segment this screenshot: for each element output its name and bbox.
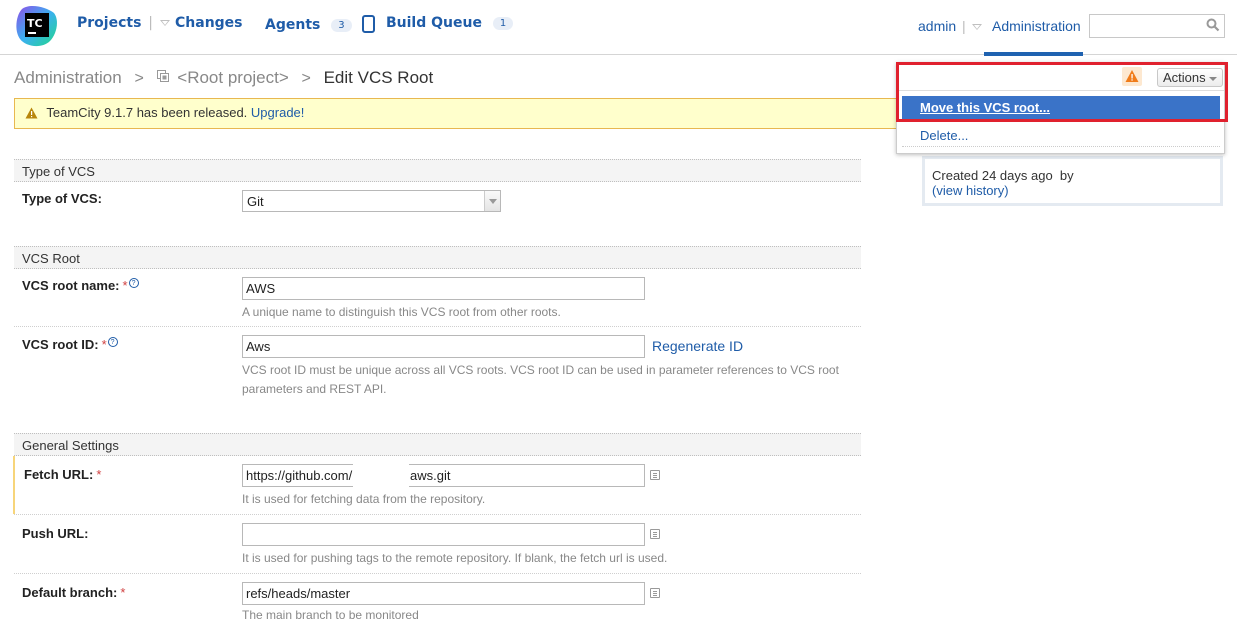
breadcrumb-root-project[interactable]: <Root project> [177,68,289,87]
list-icon[interactable] [650,470,660,480]
banner-text: TeamCity 9.1.7 has been released. [46,105,248,120]
form-row-vcs-root-id: VCS root ID:*? Regenerate ID VCS root ID… [14,327,861,433]
breadcrumb-administration[interactable]: Administration [14,68,122,87]
actions-dropdown-menu: Actions Move this VCS root... Delete... [896,62,1225,154]
vcs-type-value: Git [247,194,264,209]
breadcrumb: Administration > <Root project> > Edit V… [14,67,433,88]
search-input[interactable] [1090,15,1200,37]
required-marker: * [122,278,128,293]
nav-build-queue-label[interactable]: Build Queue [386,15,482,31]
warning-icon [25,107,38,119]
page-title: Edit VCS Root [323,68,434,87]
tab-administration-label[interactable]: Administration [992,18,1081,34]
edit-vcs-root-form: Type of VCS Type of VCS: Git VCS Root VC… [13,159,861,634]
vcs-type-select[interactable]: Git [242,190,501,212]
vcs-root-name-note: A unique name to distinguish this VCS ro… [242,305,561,319]
created-info: Created 24 days ago by [932,168,1074,183]
redacted-region [353,464,409,487]
search-field[interactable] [1089,14,1225,38]
field-label: Default branch: * [22,585,125,600]
push-url-label: Push URL: [22,526,89,541]
list-icon[interactable] [650,588,660,598]
vcs-root-info-panel: Created 24 days ago by (view history) [922,156,1223,206]
default-branch-note: The main branch to be monitored [242,608,419,622]
breadcrumb-separator-icon: > [301,70,311,87]
default-branch-label: Default branch: [22,585,118,600]
fetch-url-label: Fetch URL: [24,467,94,482]
form-row-default-branch: Default branch:* The main branch to be m… [14,574,861,634]
nav-build-queue[interactable]: Build Queue 1 [386,15,514,31]
nav-agents[interactable]: Agents 3 [265,15,376,33]
upgrade-banner: TeamCity 9.1.7 has been released. Upgrad… [14,98,914,129]
agents-count-badge: 3 [331,19,352,32]
nav-agents-label[interactable]: Agents [265,17,320,33]
focus-indicator [13,456,15,514]
teamcity-logo[interactable]: TC [16,5,58,47]
field-label: VCS root name: *? [22,278,139,293]
vcs-root-id-label: VCS root ID: [22,337,99,352]
user-dropdown-icon[interactable] [971,24,982,30]
nav-changes[interactable]: Changes [175,15,243,31]
search-icon[interactable] [1206,18,1220,32]
breadcrumb-separator-icon: > [134,70,144,87]
user-menu[interactable]: admin | [918,18,982,34]
nav-projects[interactable]: Projects | [77,15,170,31]
field-label: Push URL: [22,526,88,541]
type-of-vcs-label: Type of VCS: [22,191,102,206]
section-title-general-settings: General Settings [14,433,861,456]
top-navigation-bar: TC Projects | Changes Agents 3 Build Que… [0,0,1237,56]
required-marker: * [96,467,102,482]
project-icon [156,67,169,82]
form-row-fetch-url: Fetch URL:* It is used for fetching data… [13,456,861,515]
nav-separator: | [148,15,153,31]
field-label: Fetch URL: * [24,467,101,482]
actions-button[interactable]: Actions [1157,68,1223,87]
regenerate-id-link[interactable]: Regenerate ID [652,338,743,354]
form-row-vcs-root-name: VCS root name:*? A unique name to distin… [14,269,861,327]
menu-item-delete[interactable]: Delete... [902,125,1220,147]
vcs-root-id-input[interactable] [242,335,645,358]
field-label: VCS root ID: *? [22,337,118,352]
help-icon[interactable]: ? [128,278,139,288]
vcs-root-name-input[interactable] [242,277,645,300]
active-tab-indicator [984,52,1083,56]
form-row-type-of-vcs: Type of VCS: Git [14,182,861,246]
vcs-root-name-label: VCS root name: [22,278,120,293]
upgrade-link[interactable]: Upgrade! [251,105,304,120]
tab-administration[interactable]: Administration [984,0,1083,56]
vcs-root-id-note: VCS root ID must be unique across all VC… [242,363,839,396]
agent-icon [362,15,376,33]
list-icon[interactable] [650,529,660,539]
chevron-down-icon[interactable] [484,191,500,211]
chevron-down-icon [1209,77,1217,81]
actions-button-label: Actions [1163,70,1206,85]
fetch-url-input[interactable] [242,464,645,487]
projects-dropdown-icon[interactable] [159,20,170,26]
menu-item-move-vcs-root[interactable]: Move this VCS root... [902,96,1220,119]
section-title-type-of-vcs: Type of VCS [14,159,861,182]
nav-separator: | [962,18,966,34]
required-marker: * [101,337,107,352]
section-title-vcs-root: VCS Root [14,246,861,269]
user-name[interactable]: admin [918,18,956,34]
form-row-push-url: Push URL: It is used for pushing tags to… [14,515,861,574]
push-url-input[interactable] [242,523,645,546]
actions-header: Actions [897,63,1224,91]
svg-text:TC: TC [27,17,43,30]
view-history-link[interactable]: view history [936,183,1004,198]
warning-icon[interactable] [1122,67,1142,86]
field-label: Type of VCS: [22,191,102,206]
nav-changes-label[interactable]: Changes [175,15,243,31]
default-branch-input[interactable] [242,582,645,605]
nav-projects-label[interactable]: Projects [77,15,141,31]
fetch-url-note: It is used for fetching data from the re… [242,492,486,506]
push-url-note: It is used for pushing tags to the remot… [242,551,668,565]
history-paren-close: ) [1004,183,1009,198]
build-queue-count-badge: 1 [492,17,514,30]
required-marker: * [120,585,126,600]
help-icon[interactable]: ? [107,337,118,347]
